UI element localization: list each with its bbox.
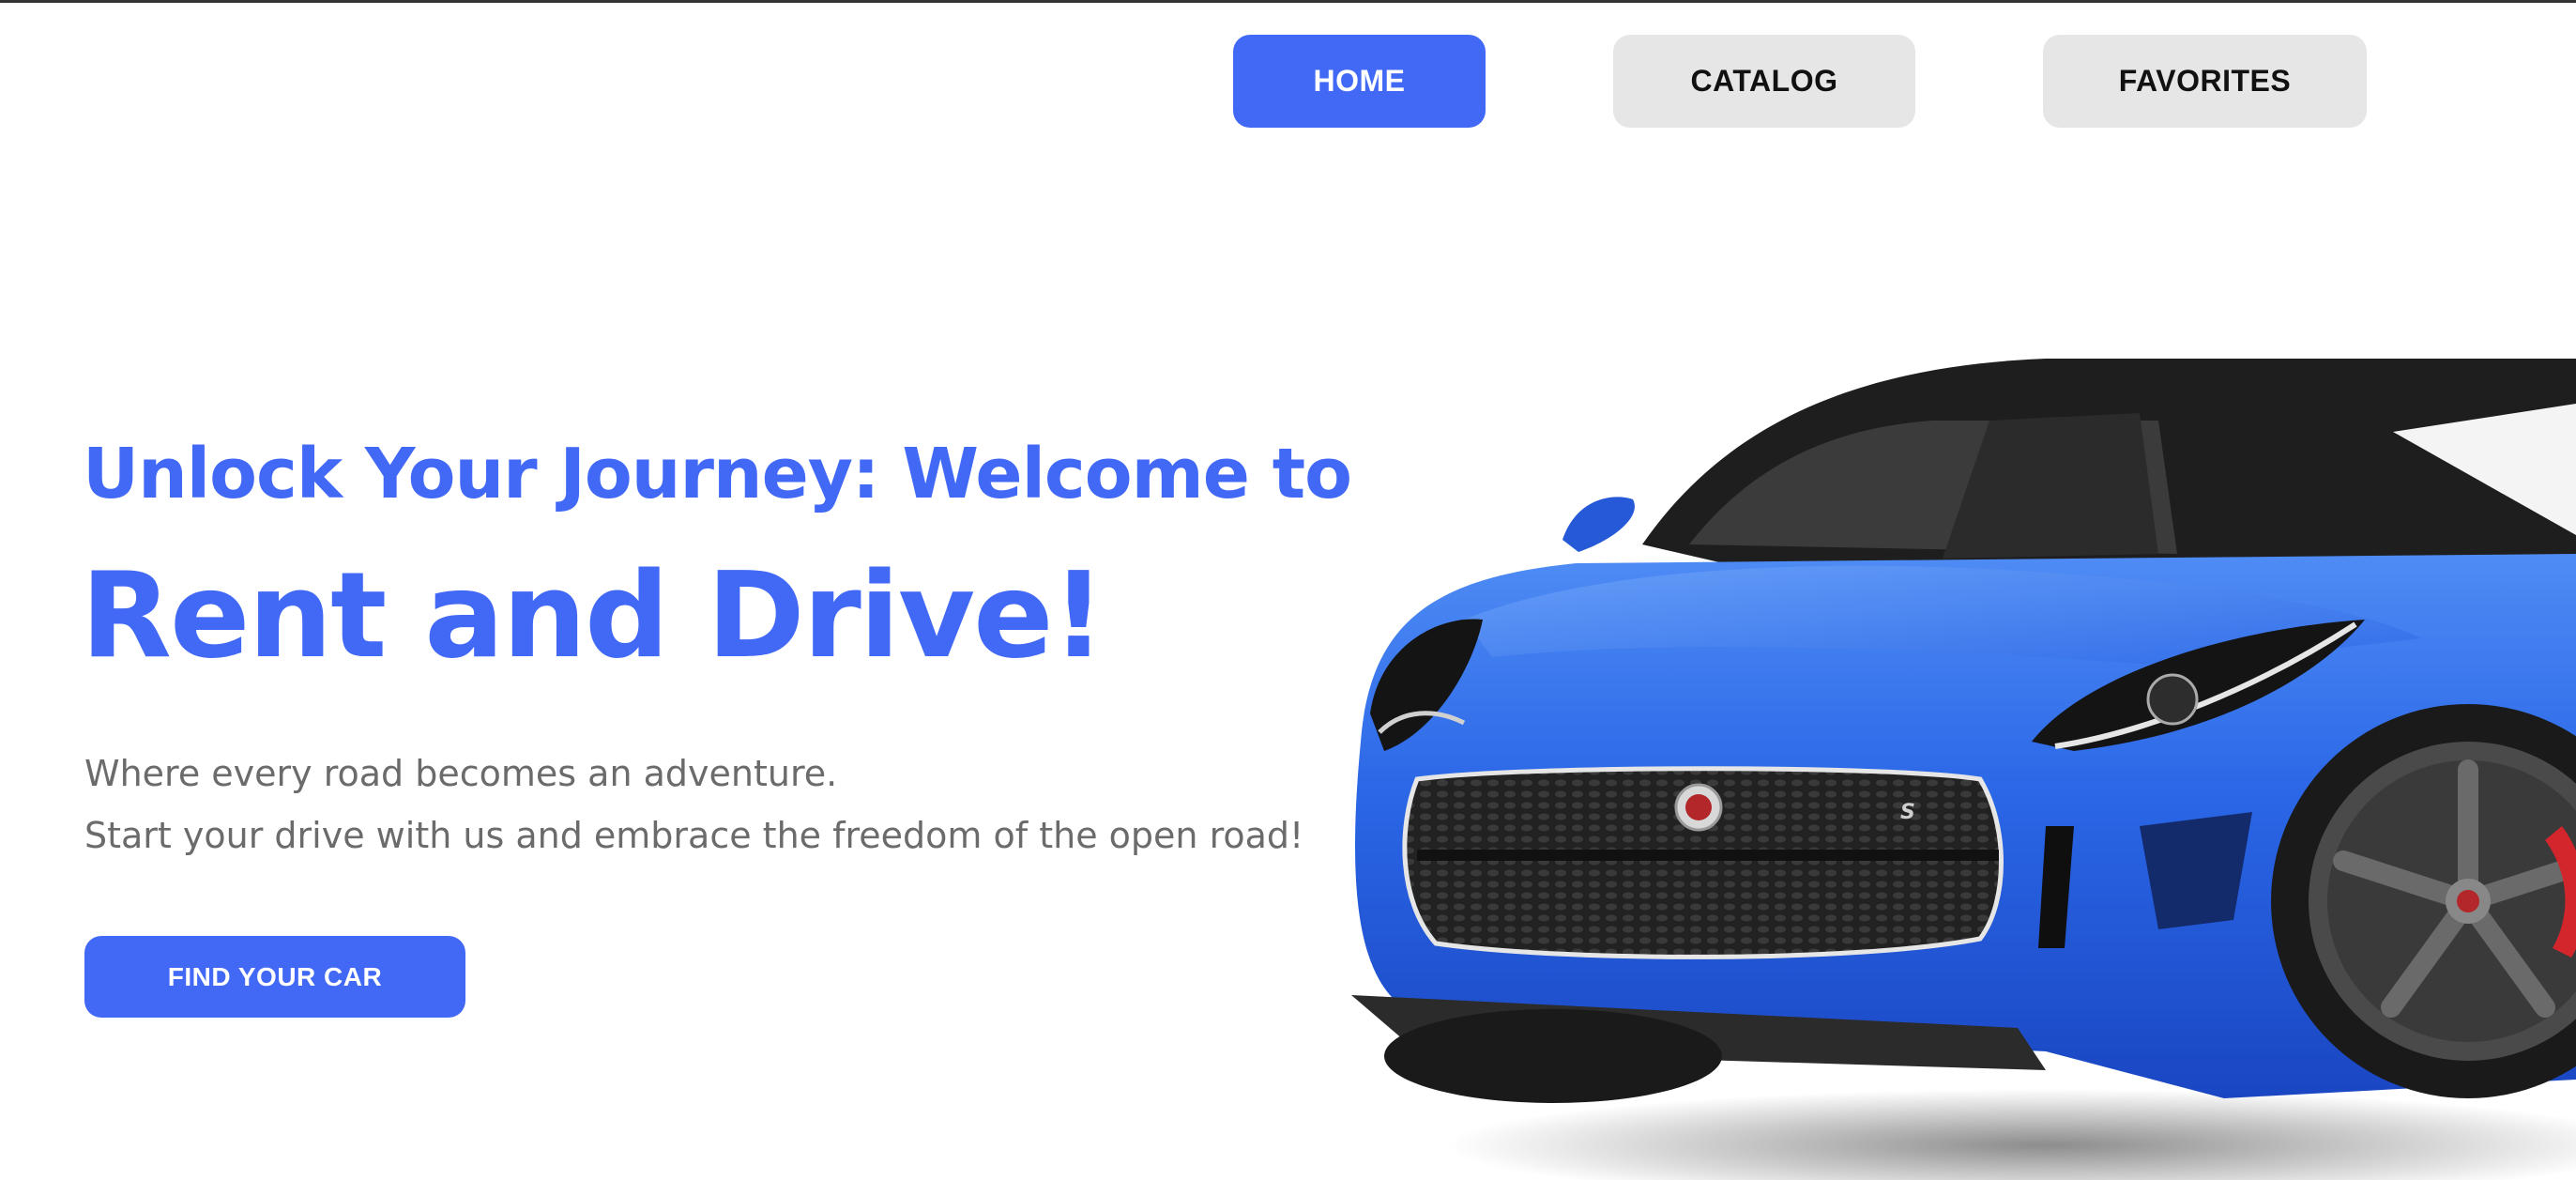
hero-description-line-1: Where every road becomes an adventure. [84, 753, 838, 794]
hero-car-image: S [1351, 359, 2576, 1180]
page: HOME CATALOG FAVORITES Unlock Your Journ… [0, 0, 2576, 1180]
top-border [0, 0, 2576, 3]
hero-subtitle: Unlock Your Journey: Welcome to [83, 434, 1352, 514]
nav-favorites-button[interactable]: FAVORITES [2043, 35, 2367, 128]
find-your-car-button[interactable]: FIND YOUR CAR [84, 936, 465, 1018]
nav-home-button[interactable]: HOME [1233, 35, 1486, 128]
hero-description-line-2: Start your drive with us and embrace the… [84, 815, 1304, 856]
hero-title: Rent and Drive! [81, 546, 1105, 684]
svg-text:S: S [1900, 801, 1915, 824]
nav-catalog-button[interactable]: CATALOG [1613, 35, 1915, 128]
